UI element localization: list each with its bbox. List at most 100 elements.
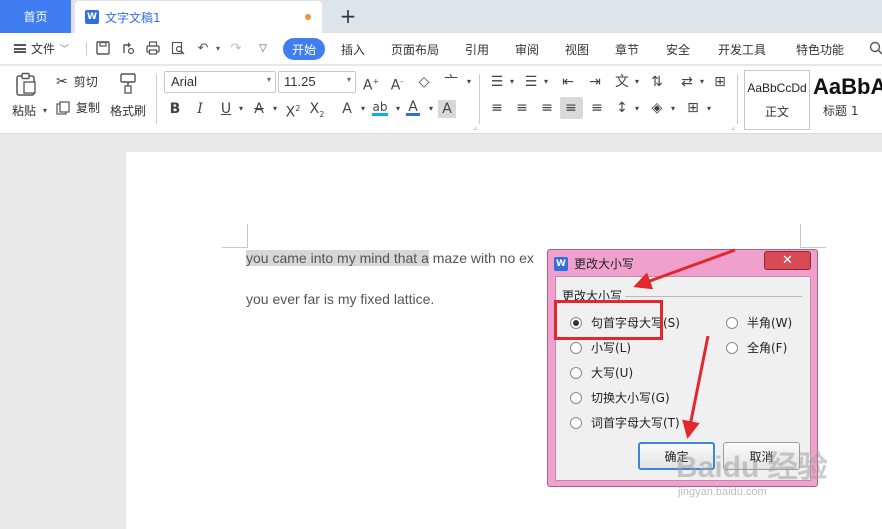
format-painter-button[interactable]: 格式刷 (110, 72, 146, 119)
font-size-value: 11.25 (284, 74, 316, 89)
font-name-value: Arial (171, 74, 198, 89)
copy-button[interactable]: 复制 (56, 99, 100, 116)
margin-corner-mark (800, 247, 826, 248)
align-left-icon[interactable]: ≡ (488, 99, 506, 117)
customize-quick-access-icon[interactable]: ▽ (255, 41, 271, 57)
shrink-font-icon[interactable]: A- (388, 73, 406, 94)
tab-page-layout[interactable]: 页面布局 (391, 41, 439, 58)
export-icon[interactable] (120, 41, 136, 57)
divider (86, 42, 87, 56)
tab-references[interactable]: 引用 (465, 41, 489, 58)
tab-document[interactable]: W 文字文稿1 (75, 1, 322, 33)
font-name-select[interactable]: Arial ▾ (164, 71, 276, 93)
dialog-close-button[interactable]: ✕ (764, 251, 811, 270)
paste-button[interactable]: 粘贴 (12, 72, 38, 119)
tab-start[interactable]: 开始 (283, 38, 325, 60)
print-preview-icon[interactable] (170, 41, 186, 57)
chevron-down-icon[interactable]: ▾ (537, 73, 555, 91)
subscript-icon[interactable]: X2 (308, 100, 326, 119)
radio-unchecked-icon (570, 366, 582, 379)
tab-chapter[interactable]: 章节 (615, 41, 639, 58)
chevron-down-icon[interactable]: ▾ (36, 102, 54, 120)
print-icon[interactable] (145, 41, 161, 57)
tab-insert[interactable]: 插入 (341, 41, 365, 58)
selected-text[interactable]: you came into my mind that a (246, 250, 429, 266)
redo-icon[interactable]: ↷ (228, 41, 244, 57)
format-painter-label: 格式刷 (110, 104, 147, 118)
close-icon: ✕ (782, 253, 793, 268)
style-normal-label: 正文 (764, 105, 789, 119)
align-right-icon[interactable]: ≡ (538, 99, 556, 117)
tab-view[interactable]: 视图 (565, 41, 589, 58)
style-normal-sample: AaBbCcDd (747, 81, 807, 95)
grow-font-icon[interactable]: A+ (362, 73, 380, 94)
char-shading-icon[interactable]: A (438, 100, 456, 118)
tab-home[interactable]: 首页 (0, 0, 71, 33)
increase-indent-icon[interactable]: ⇥ (586, 73, 604, 91)
radio-full-width[interactable]: 全角(F) (726, 339, 787, 356)
dialog-title-bar: W 更改大小写 (554, 255, 634, 272)
align-center-icon[interactable]: ≡ (513, 99, 531, 117)
table-grid-icon[interactable]: ⊞ (711, 73, 729, 91)
tab-home-label: 首页 (23, 10, 48, 24)
tab-developer[interactable]: 开发工具 (718, 41, 766, 58)
font-color-icon[interactable]: A (406, 98, 420, 116)
sort-icon[interactable]: ⇅ (648, 73, 666, 91)
watermark-logo: Baidu 经验 (676, 451, 828, 484)
chevron-down-icon[interactable]: ▾ (232, 100, 250, 118)
chevron-down-icon[interactable]: ▾ (210, 41, 226, 57)
radio-uppercase-label: 大写(U) (591, 366, 634, 380)
chevron-down-icon[interactable]: ▾ (354, 100, 372, 118)
tab-review[interactable]: 审阅 (515, 41, 539, 58)
file-menu[interactable]: 文件 ﹀ (14, 40, 69, 57)
radio-uppercase[interactable]: 大写(U) (570, 364, 633, 381)
chevron-down-icon[interactable]: ▾ (664, 100, 682, 118)
highlight-icon[interactable]: ab (372, 98, 388, 116)
phonetic-guide-icon[interactable]: 亠 (442, 73, 460, 91)
chevron-down-icon[interactable]: ▾ (700, 100, 718, 118)
search-icon[interactable] (868, 41, 882, 57)
cut-button[interactable]: ✂ 剪切 (56, 73, 98, 90)
divider (156, 74, 157, 124)
style-normal[interactable]: AaBbCcDd 正文 (744, 70, 810, 130)
chevron-down-icon[interactable]: ▾ (628, 73, 646, 91)
radio-half-width[interactable]: 半角(W) (726, 314, 792, 331)
superscript-icon[interactable]: X2 (284, 100, 302, 121)
paragraph-1[interactable]: you came into my mind that a maze with n… (246, 247, 534, 269)
new-tab-button[interactable]: + (337, 3, 359, 29)
radio-capitalize-words-label: 词首字母大写(T) (591, 416, 680, 430)
tab-features[interactable]: 特色功能 (796, 41, 844, 58)
chevron-down-icon[interactable]: ▾ (460, 73, 478, 91)
dialog-launcher-icon[interactable]: ⌟ (466, 118, 484, 136)
menu-bar: 文件 ﹀ ↶ ▾ ↷ ▽ 开始 插入 页面布局 引用 审阅 视图 章节 安全 开… (0, 33, 882, 65)
save-icon[interactable] (95, 41, 111, 57)
chevron-down-icon[interactable]: ▾ (693, 73, 711, 91)
chevron-down-icon[interactable]: ▾ (266, 100, 284, 118)
chevron-down-icon[interactable]: ▾ (389, 100, 407, 118)
font-size-select[interactable]: 11.25 ▾ (278, 71, 356, 93)
dialog-launcher-icon[interactable]: ⌟ (724, 118, 742, 136)
radio-lowercase[interactable]: 小写(L) (570, 339, 631, 356)
margin-corner-mark (247, 224, 248, 248)
chevron-down-icon[interactable]: ▾ (628, 100, 646, 118)
align-justify-icon: ≡ (565, 100, 577, 116)
tab-start-label: 开始 (291, 42, 316, 57)
watermark-url: jingyan.baidu.com (678, 486, 767, 498)
radio-capitalize-words[interactable]: 词首字母大写(T) (570, 414, 680, 431)
cut-label: 剪切 (73, 75, 98, 89)
radio-toggle-case[interactable]: 切换大小写(G) (570, 389, 670, 406)
undo-icon[interactable]: ↶ (195, 41, 211, 57)
tab-security[interactable]: 安全 (666, 41, 690, 58)
chevron-down-icon[interactable]: ▾ (503, 73, 521, 91)
style-heading-1[interactable]: AaBbA 标题 1 (811, 70, 882, 130)
bold-icon[interactable]: B (166, 100, 184, 118)
tab-document-label: 文字文稿1 (105, 10, 161, 25)
paragraph-2[interactable]: you ever far is my fixed lattice. (246, 288, 434, 310)
divider (737, 74, 738, 124)
italic-icon[interactable]: I (191, 100, 209, 118)
radio-lowercase-label: 小写(L) (591, 341, 632, 355)
decrease-indent-icon[interactable]: ⇤ (559, 73, 577, 91)
radio-unchecked-icon (726, 316, 738, 329)
clear-format-icon[interactable]: ◇ (415, 73, 433, 91)
distribute-icon[interactable]: ≡ (588, 99, 606, 117)
